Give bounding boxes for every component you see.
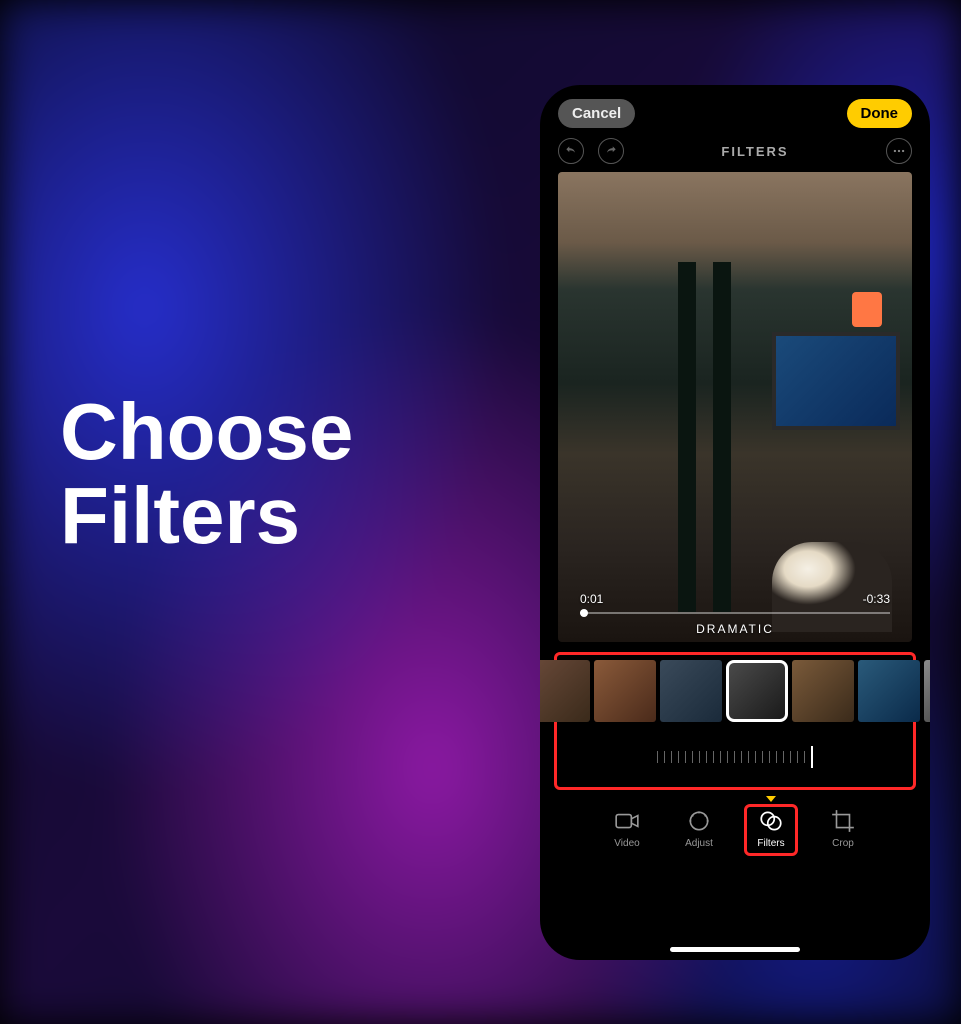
adjust-icon xyxy=(686,808,712,834)
top-toolbar: Cancel Done xyxy=(540,85,930,134)
playback-scrubber[interactable] xyxy=(580,612,890,614)
preview-decoration xyxy=(713,262,731,612)
filter-thumbnail-strip[interactable] xyxy=(540,660,930,726)
tab-adjust[interactable]: Adjust xyxy=(673,802,725,855)
tab-filters[interactable]: Filters xyxy=(745,802,797,855)
filter-thumbnail[interactable] xyxy=(792,660,854,722)
undo-icon xyxy=(564,144,578,158)
home-indicator[interactable] xyxy=(670,947,800,952)
headline-line-1: Choose xyxy=(60,390,353,474)
instruction-headline: Choose Filters xyxy=(60,390,353,558)
tab-label: Video xyxy=(614,838,639,849)
filter-thumbnail[interactable] xyxy=(540,660,590,722)
filter-thumbnail-selected[interactable] xyxy=(726,660,788,722)
tutorial-highlight-tab xyxy=(744,804,798,856)
editor-tabs: Video Adjust Filters Crop xyxy=(540,802,930,855)
mode-title: FILTERS xyxy=(638,144,872,159)
tab-label: Crop xyxy=(832,838,854,849)
ellipsis-icon xyxy=(892,144,906,158)
slider-handle[interactable] xyxy=(811,746,813,768)
filter-intensity-slider[interactable] xyxy=(566,742,904,772)
redo-icon xyxy=(604,144,618,158)
tab-crop[interactable]: Crop xyxy=(817,802,869,855)
more-options-button[interactable] xyxy=(886,138,912,164)
cancel-button[interactable]: Cancel xyxy=(558,99,635,128)
video-preview[interactable]: 0:01 -0:33 DRAMATIC xyxy=(558,172,912,642)
time-elapsed: 0:01 xyxy=(580,592,603,606)
redo-button[interactable] xyxy=(598,138,624,164)
done-button[interactable]: Done xyxy=(847,99,913,128)
phone-screenshot: Cancel Done FILTERS 0:01 -0:33 DRAMATIC xyxy=(540,85,930,960)
tab-label: Adjust xyxy=(685,838,713,849)
current-filter-label: DRAMATIC xyxy=(558,622,912,636)
preview-decoration xyxy=(678,262,696,612)
filter-thumbnail[interactable] xyxy=(594,660,656,722)
preview-decoration xyxy=(772,542,892,632)
filter-picker-zone xyxy=(552,652,918,790)
time-remaining: -0:33 xyxy=(863,592,890,606)
headline-line-2: Filters xyxy=(60,474,353,558)
crop-icon xyxy=(830,808,856,834)
filter-thumbnail[interactable] xyxy=(660,660,722,722)
filter-thumbnail[interactable] xyxy=(858,660,920,722)
editor-subbar: FILTERS xyxy=(540,134,930,172)
time-readout: 0:01 -0:33 xyxy=(580,592,890,606)
tab-video[interactable]: Video xyxy=(601,802,653,855)
video-icon xyxy=(614,808,640,834)
filter-thumbnail[interactable] xyxy=(924,660,930,722)
undo-button[interactable] xyxy=(558,138,584,164)
